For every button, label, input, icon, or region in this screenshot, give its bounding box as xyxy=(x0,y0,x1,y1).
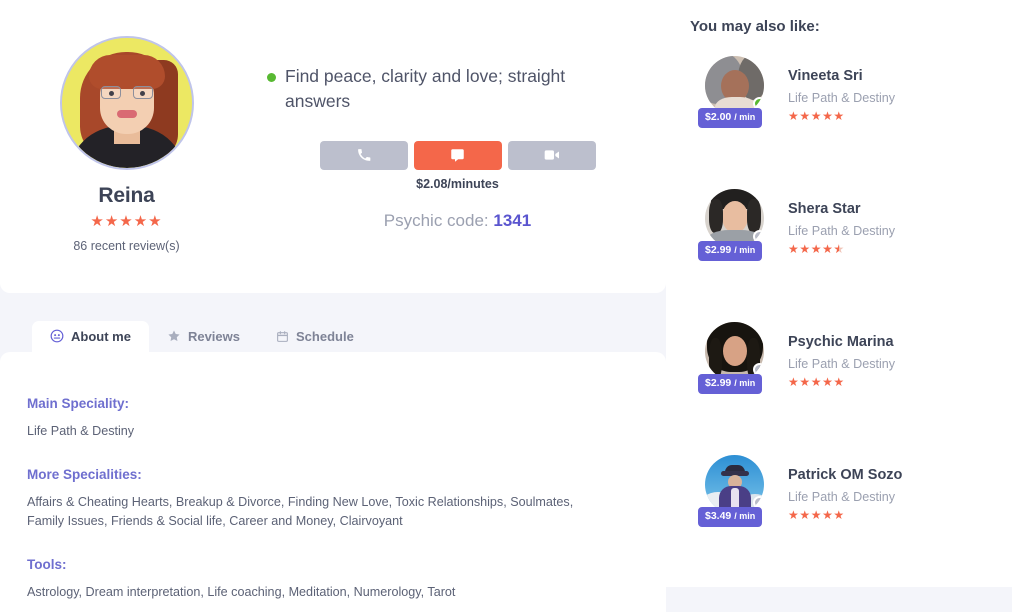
recommendation-name: Patrick OM Sozo xyxy=(788,467,903,483)
tab-reviews-label: Reviews xyxy=(187,328,240,344)
list-item[interactable]: $2.99 / min Shera Star Life Path & Desti… xyxy=(690,189,1012,322)
profile-identity: Reina ★★★★★ 86 recent review(s) xyxy=(0,0,253,293)
status-badge xyxy=(753,97,764,110)
profile-avatar xyxy=(59,36,194,170)
recommendation-info: Shera Star Life Path & Destiny ★★★★★ xyxy=(788,189,895,255)
price-value: $2.99 xyxy=(705,377,732,389)
recommendation-speciality: Life Path & Destiny xyxy=(788,224,896,238)
recommendation-name: Vineeta Sri xyxy=(788,68,863,84)
price-per-minute: $2.08/minutes xyxy=(416,176,499,191)
price-badge: $2.00 / min xyxy=(698,108,763,128)
recommendation-avatar-col: $3.49 / min xyxy=(690,455,788,527)
video-button[interactable] xyxy=(507,140,596,170)
more-specialities-body: Affairs & Cheating Hearts, Breakup & Div… xyxy=(27,494,574,529)
tab-about-me[interactable]: About me xyxy=(32,321,149,352)
recommendation-rating-stars: ★★★★★ xyxy=(788,508,845,522)
price-value: $2.00 xyxy=(705,111,732,123)
psychic-code-value: 1341 xyxy=(493,210,532,230)
review-count: 86 recent review(s) xyxy=(73,239,180,253)
list-item[interactable]: $3.49 / min Patrick OM Sozo Life Path & … xyxy=(690,455,1012,588)
action-buttons xyxy=(267,140,626,170)
tools-body: Astrology, Dream interpretation, Life co… xyxy=(27,584,456,599)
status-badge xyxy=(753,230,764,243)
page-title: Reina xyxy=(98,184,155,207)
status-badge xyxy=(753,363,764,376)
price-badge: $3.49 / min xyxy=(698,507,763,527)
recommendation-speciality: Life Path & Destiny xyxy=(788,91,896,105)
avatar xyxy=(705,56,764,115)
calendar-icon xyxy=(276,330,289,343)
main-column: Reina ★★★★★ 86 recent review(s) Find pea… xyxy=(0,0,666,612)
recommendation-avatar-col: $2.00 / min xyxy=(690,56,788,128)
call-button[interactable] xyxy=(319,140,408,170)
profile-tagline-wrap: Find peace, clarity and love; straight a… xyxy=(267,64,585,115)
recommendation-name: Psychic Marina xyxy=(788,334,894,350)
tab-about-me-label: About me xyxy=(71,328,131,344)
profile-tabs: About me Reviews Schedule xyxy=(0,320,666,352)
recommendation-info: Vineeta Sri Life Path & Destiny ★★★★★ xyxy=(788,56,895,122)
price-badge: $2.99 / min xyxy=(698,241,763,261)
chat-bubble-icon xyxy=(450,148,465,163)
video-camera-icon xyxy=(544,148,560,162)
avatar xyxy=(705,455,764,514)
price-unit: / min xyxy=(734,378,756,388)
list-item[interactable]: $2.00 / min Vineeta Sri Life Path & Dest… xyxy=(690,56,1012,189)
recommendation-rating-stars: ★★★★★ xyxy=(788,243,895,255)
recommendation-rating-stars: ★★★★★ xyxy=(788,375,845,389)
recommendation-avatar-col: $2.99 / min xyxy=(690,322,788,394)
psychic-code: Psychic code: 1341 xyxy=(267,211,626,231)
recommendation-info: Patrick OM Sozo Life Path & Destiny ★★★★… xyxy=(788,455,902,521)
profile-rating-stars: ★★★★★ xyxy=(90,213,163,230)
phone-icon xyxy=(357,148,371,162)
recommendation-avatar-col: $2.99 / min xyxy=(690,189,788,261)
price-value: $2.99 xyxy=(705,244,732,256)
psychic-code-label: Psychic code: xyxy=(383,210,489,230)
online-status-dot xyxy=(267,73,276,82)
price-badge: $2.99 / min xyxy=(698,374,763,394)
about-me-panel: Main Speciality: Life Path & Destiny Mor… xyxy=(0,352,666,612)
star-icon xyxy=(167,329,181,343)
recommendation-speciality: Life Path & Destiny xyxy=(788,357,896,371)
more-specialities-heading: More Specialities: xyxy=(27,466,142,482)
user-circle-icon xyxy=(50,329,64,343)
sidebar-title: You may also like: xyxy=(690,18,820,35)
price-value: $3.49 xyxy=(705,510,732,522)
status-badge xyxy=(753,496,764,509)
psychic-profile-page: Reina ★★★★★ 86 recent review(s) Find pea… xyxy=(0,0,1012,612)
profile-card: Reina ★★★★★ 86 recent review(s) Find pea… xyxy=(0,0,666,293)
list-item[interactable]: $2.99 / min Psychic Marina Life Path & D… xyxy=(690,322,1012,455)
avatar xyxy=(705,189,764,248)
price-unit: / min xyxy=(734,112,756,122)
recommendation-speciality: Life Path & Destiny xyxy=(788,490,896,504)
main-speciality-body: Life Path & Destiny xyxy=(27,424,135,438)
recommendations-sidebar: You may also like: $2.00 / min Vineeta S… xyxy=(666,0,1012,587)
avatar xyxy=(705,322,764,381)
price-unit: / min xyxy=(734,245,756,255)
main-speciality-heading: Main Speciality: xyxy=(27,396,130,411)
price-unit: / min xyxy=(734,511,756,521)
profile-tagline: Find peace, clarity and love; straight a… xyxy=(285,66,566,112)
tab-reviews[interactable]: Reviews xyxy=(149,321,258,352)
recommendation-info: Psychic Marina Life Path & Destiny ★★★★★ xyxy=(788,322,895,388)
tab-schedule[interactable]: Schedule xyxy=(258,322,372,352)
recommendation-name: Shera Star xyxy=(788,201,861,217)
avatar-photo xyxy=(61,38,192,168)
profile-summary: Find peace, clarity and love; straight a… xyxy=(253,0,666,293)
tab-schedule-label: Schedule xyxy=(296,329,354,344)
chat-button[interactable] xyxy=(413,140,502,170)
tools-heading: Tools: xyxy=(27,556,67,572)
recommendation-rating-stars: ★★★★★ xyxy=(788,109,845,123)
